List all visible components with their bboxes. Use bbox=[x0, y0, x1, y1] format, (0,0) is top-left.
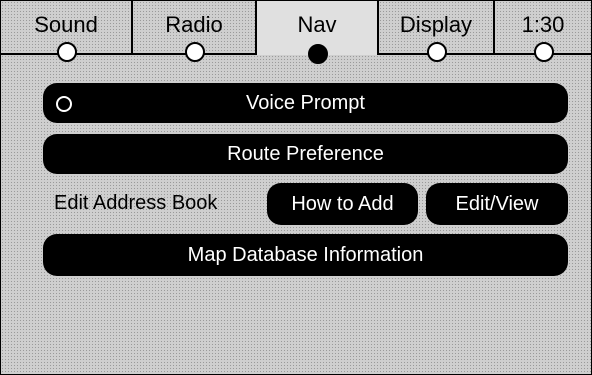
tab-clock-indicator-icon bbox=[534, 42, 554, 62]
tab-sound-label: Sound bbox=[34, 12, 98, 37]
voice-prompt-label: Voice Prompt bbox=[246, 92, 365, 114]
how-to-add-button[interactable]: How to Add bbox=[267, 183, 418, 225]
tab-sound[interactable]: Sound bbox=[1, 1, 133, 62]
tab-clock[interactable]: 1:30 bbox=[495, 1, 591, 62]
tab-nav-label: Nav bbox=[297, 12, 337, 37]
voice-prompt-button[interactable]: Voice Prompt bbox=[43, 83, 568, 123]
route-preference-button[interactable]: Route Preference bbox=[43, 134, 568, 174]
tab-radio-label: Radio bbox=[165, 12, 223, 37]
edit-address-book-label: Edit Address Book bbox=[54, 192, 218, 214]
tab-nav[interactable]: Nav bbox=[257, 1, 379, 64]
tab-sound-indicator-icon bbox=[57, 42, 77, 62]
tab-display-indicator-icon bbox=[427, 42, 447, 62]
tab-bar: Sound Radio Nav Display 1:30 bbox=[1, 1, 591, 64]
route-preference-label: Route Preference bbox=[227, 143, 384, 165]
map-database-information-button[interactable]: Map Database Information bbox=[43, 234, 568, 276]
tab-nav-indicator-icon bbox=[308, 44, 328, 64]
tab-clock-label: 1:30 bbox=[521, 12, 565, 37]
tab-display[interactable]: Display bbox=[379, 1, 495, 62]
tab-radio[interactable]: Radio bbox=[133, 1, 257, 62]
nav-screen: Sound Radio Nav Display 1:30 Voice Promp… bbox=[0, 0, 592, 375]
edit-view-button[interactable]: Edit/View bbox=[426, 183, 568, 225]
map-database-information-label: Map Database Information bbox=[187, 244, 424, 266]
tab-radio-indicator-icon bbox=[185, 42, 205, 62]
voice-prompt-indicator-icon bbox=[56, 96, 72, 112]
how-to-add-label: How to Add bbox=[291, 193, 394, 215]
edit-view-label: Edit/View bbox=[455, 193, 539, 215]
tab-display-label: Display bbox=[399, 12, 473, 37]
